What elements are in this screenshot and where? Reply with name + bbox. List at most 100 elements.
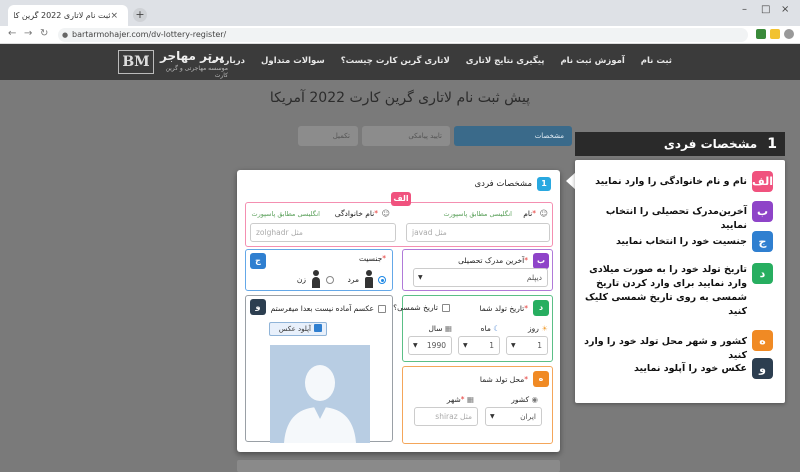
callout-item-birth-place: کشور و شهر محل تولد خود را وارد کنید — [584, 336, 747, 361]
last-name-hint: انگلیسی مطابق پاسپورت — [251, 210, 320, 218]
page-title: پیش ثبت نام لاتاری گرین کارت 2022 آمریکا — [269, 90, 531, 106]
photo-section-badge: و — [250, 299, 266, 315]
logo-tagline: موسسه مهاجرتی و گرین کارت — [165, 65, 228, 79]
menu-icon[interactable] — [784, 29, 794, 39]
first-name-input[interactable]: javad مثل — [406, 223, 550, 242]
avatar-silhouette-icon — [270, 345, 370, 443]
tab-close-icon[interactable]: × — [110, 11, 118, 21]
maximize-icon[interactable]: □ — [761, 4, 770, 15]
extension-icon[interactable] — [756, 29, 766, 39]
callout-badge-alef: الف — [752, 171, 773, 192]
back-icon[interactable]: ← — [8, 28, 16, 39]
callout-item-education: آخرین‌مدرک تحصیلی را انتخاب نمایید — [605, 206, 747, 231]
callout-item-photo: عکس خود را آپلود نمایید — [633, 363, 747, 374]
female-icon — [311, 270, 321, 288]
section-number-badge: 1 — [537, 177, 551, 191]
user-icon: ☺ — [381, 209, 390, 218]
url-text: bartarmohajer.com/dv-lottery-register/ — [72, 30, 227, 39]
birth-place-section: ه *محل تولد شما ◉ کشور ▦ *شهر ایران ▼ shi… — [402, 366, 553, 444]
shamsi-date-checkbox[interactable] — [442, 304, 450, 312]
address-bar[interactable]: ● bartarmohajer.com/dv-lottery-register/ — [58, 28, 748, 42]
browser-tabbar: × ثبت نام لاتاری 2022 گرین کارت آمر + – … — [0, 0, 800, 26]
tab-title: ثبت نام لاتاری 2022 گرین کارت آمر — [14, 11, 111, 20]
callout-number: 1 — [767, 136, 777, 152]
camera-icon — [314, 324, 322, 332]
nav-what-is[interactable]: لاتاری گرین کارت چیست؟ — [341, 56, 450, 66]
last-name-input[interactable]: zolghadr مثل — [250, 223, 396, 242]
country-label: ◉ کشور — [511, 395, 538, 404]
callout-item-gender: جنسیت خود را انتخاب نمایید — [615, 236, 747, 247]
birth-place-label: *محل تولد شما — [479, 375, 528, 384]
chevron-down-icon: ▼ — [418, 274, 423, 281]
photo-later-label: عکسم آماده نیست بعدا میفرستم — [270, 304, 374, 313]
female-label: زن — [296, 275, 306, 284]
chevron-down-icon: ▼ — [511, 342, 516, 349]
gender-male-radio[interactable] — [378, 276, 386, 284]
last-name-label: *نام خانوادگی — [334, 209, 378, 218]
male-icon — [364, 270, 374, 288]
step-3: تکمیل — [298, 126, 358, 146]
chevron-down-icon: ▼ — [490, 413, 495, 420]
logo-mark: BM — [118, 50, 154, 74]
forward-icon[interactable]: → — [24, 28, 32, 39]
callout-badge-dal: د — [752, 263, 773, 284]
callout-badge-jim: ج — [752, 231, 773, 252]
callout-title: مشخصات فردی — [663, 137, 758, 151]
name-section-badge: الف — [391, 192, 411, 206]
callout-badge-be: ب — [752, 201, 773, 222]
birth-year-select[interactable]: 1990 ▼ — [408, 336, 452, 355]
first-name-label: *نام — [523, 209, 536, 218]
step-1: مشخصات — [454, 126, 572, 146]
first-name-hint: انگلیسی مطابق پاسپورت — [443, 210, 512, 218]
nav-tutorial[interactable]: آموزش ثبت نام — [560, 56, 624, 66]
site-header: BM برتر مهاجر موسسه مهاجرتی و گرین کارت … — [0, 44, 800, 80]
minimize-icon[interactable]: – — [742, 4, 747, 15]
year-label: ▦ سال — [428, 324, 452, 333]
extension-icon[interactable] — [770, 29, 780, 39]
nav-results[interactable]: پیگیری نتایج لاتاری — [466, 56, 545, 66]
chevron-down-icon: ▼ — [413, 342, 418, 349]
day-label: ☀ روز — [528, 324, 548, 333]
city-input[interactable]: shiraz مثل — [414, 407, 478, 426]
birth-date-section-badge: د — [533, 300, 549, 316]
birth-date-label: *تاریخ تولد شما — [479, 304, 528, 313]
city-label: ▦ *شهر — [446, 395, 474, 404]
callout-item-birth-date: تاریخ تولد خود را به صورت میلادی وارد نم… — [585, 264, 747, 317]
photo-section: و عکسم آماده نیست بعدا میفرستم آپلود عکس — [245, 295, 393, 443]
step-2: تایید پیامکی — [362, 126, 450, 146]
nav-faq[interactable]: سوالات متداول — [261, 56, 325, 66]
step-indicator: مشخصات تایید پیامکی تکمیل — [232, 126, 572, 146]
callout-header: 1 مشخصات فردی — [575, 132, 785, 156]
birth-date-section: د *تاریخ تولد شما تاریخ شمسی؟ ☀ روز ☾ ما… — [393, 295, 553, 362]
gender-section: ج *جنسیت مرد زن — [245, 249, 393, 291]
instructions-callout: الف نام و نام خانوادگی را وارد نمایید ب … — [575, 160, 785, 403]
callout-badge-he: ه — [752, 330, 773, 351]
user-icon: ☺ — [539, 209, 548, 218]
upload-photo-button[interactable]: آپلود عکس — [269, 322, 327, 336]
photo-placeholder — [270, 345, 370, 443]
country-select[interactable]: ایران ▼ — [485, 407, 542, 426]
education-section-badge: ب — [533, 253, 549, 269]
month-label: ☾ ماه — [480, 324, 500, 333]
photo-later-checkbox[interactable] — [378, 305, 386, 313]
male-label: مرد — [347, 275, 360, 284]
chevron-down-icon: ▼ — [463, 342, 468, 349]
education-label: *آخرین مدرک تحصیلی — [458, 256, 528, 265]
nav-register[interactable]: ثبت نام — [641, 56, 672, 66]
next-form-section — [237, 460, 560, 472]
birth-place-section-badge: ه — [533, 371, 549, 387]
education-select[interactable]: دیپلم ▼ — [413, 268, 548, 287]
birth-month-select[interactable]: 1 ▼ — [458, 336, 500, 355]
gender-label: *جنسیت — [359, 254, 386, 263]
browser-toolbar: ← → ↻ ● bartarmohajer.com/dv-lottery-reg… — [0, 26, 800, 44]
browser-tab[interactable]: × ثبت نام لاتاری 2022 گرین کارت آمر — [8, 5, 128, 26]
gender-female-radio[interactable] — [326, 276, 334, 284]
gender-section-badge: ج — [250, 253, 266, 269]
close-window-icon[interactable]: × — [781, 4, 789, 15]
nav-about[interactable]: درباره ما — [208, 56, 245, 66]
main-nav: ثبت نام آموزش ثبت نام پیگیری نتایج لاتار… — [208, 56, 672, 66]
reload-icon[interactable]: ↻ — [40, 28, 48, 39]
new-tab-button[interactable]: + — [133, 8, 147, 22]
callout-badge-vav: و — [752, 358, 773, 379]
birth-day-select[interactable]: 1 ▼ — [506, 336, 548, 355]
